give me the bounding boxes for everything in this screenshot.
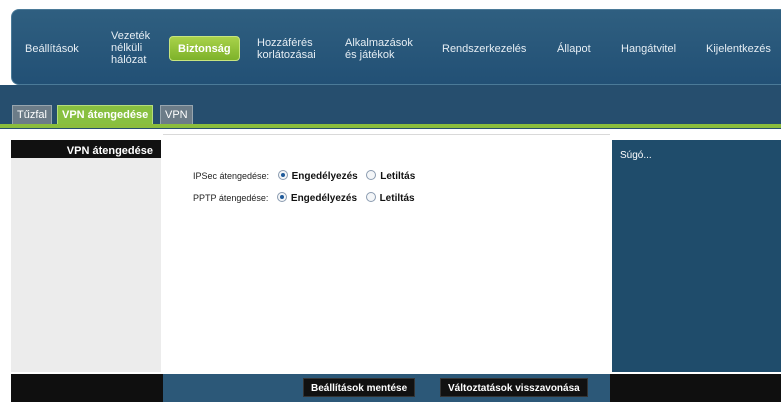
tab-underline: [0, 124, 781, 128]
top-navigation: Beállítások Vezeték nélküli hálózat Bizt…: [11, 9, 781, 85]
nav-security[interactable]: Biztonság: [169, 36, 240, 61]
ipsec-disable-radio[interactable]: [366, 170, 377, 180]
tab-vpn[interactable]: VPN: [160, 105, 193, 124]
subtab-strip: Tűzfal VPN átengedése VPN: [0, 85, 781, 129]
help-link[interactable]: Súgó...: [612, 140, 781, 161]
pptp-enable-label: Engedélyezés: [290, 193, 358, 204]
section-title: VPN átengedése: [11, 140, 161, 158]
nav-access-line2: korlátozásai: [257, 49, 316, 61]
nav-wireless-line1: Vezeték: [111, 30, 151, 42]
nav-apps-line1: Alkalmazások: [345, 37, 413, 49]
nav-logout[interactable]: Kijelentkezés: [706, 43, 771, 55]
pptp-label: PPTP átengedése:: [193, 193, 269, 203]
nav-access-restrictions[interactable]: Hozzáférés korlátozásai: [257, 37, 316, 61]
footer-button-area: Beállítások mentése Változtatások vissza…: [163, 374, 610, 402]
cancel-changes-button[interactable]: Változtatások visszavonása: [440, 378, 588, 397]
footer-bar: Beállítások mentése Változtatások vissza…: [11, 374, 781, 402]
pptp-row: PPTP átengedése: Engedélyezés Letiltás: [193, 192, 421, 204]
pptp-disable-label: Letiltás: [379, 193, 415, 204]
nav-wireless-line2: nélküli: [111, 42, 143, 54]
pptp-enable-radio[interactable]: [276, 192, 287, 202]
save-settings-button[interactable]: Beállítások mentése: [303, 378, 416, 397]
help-panel: Súgó...: [612, 140, 781, 372]
left-panel: VPN átengedése: [11, 140, 161, 372]
main-content: IPSec átengedése: Engedélyezés Letiltás …: [163, 134, 610, 372]
nav-applications-games[interactable]: Alkalmazások és játékok: [345, 37, 413, 61]
nav-status[interactable]: Állapot: [557, 43, 591, 55]
nav-settings[interactable]: Beállítások: [25, 43, 79, 55]
nav-access-line1: Hozzáférés: [257, 37, 313, 49]
pptp-disable-radio[interactable]: [365, 192, 376, 202]
nav-wireless[interactable]: Vezeték nélküli hálózat: [111, 30, 150, 66]
nav-administration[interactable]: Rendszerkezelés: [442, 43, 526, 55]
nav-voice[interactable]: Hangátvitel: [621, 43, 676, 55]
tab-vpn-passthrough[interactable]: VPN átengedése: [57, 105, 154, 124]
ipsec-row: IPSec átengedése: Engedélyezés Letiltás: [193, 170, 421, 182]
ipsec-disable-label: Letiltás: [380, 171, 416, 182]
ipsec-enable-radio[interactable]: [277, 170, 288, 180]
ipsec-label: IPSec átengedése:: [193, 171, 270, 181]
nav-apps-line2: és játékok: [345, 49, 395, 61]
nav-wireless-line3: hálózat: [111, 54, 147, 66]
tab-firewall[interactable]: Tűzfal: [12, 105, 52, 124]
ipsec-enable-label: Engedélyezés: [291, 171, 358, 182]
